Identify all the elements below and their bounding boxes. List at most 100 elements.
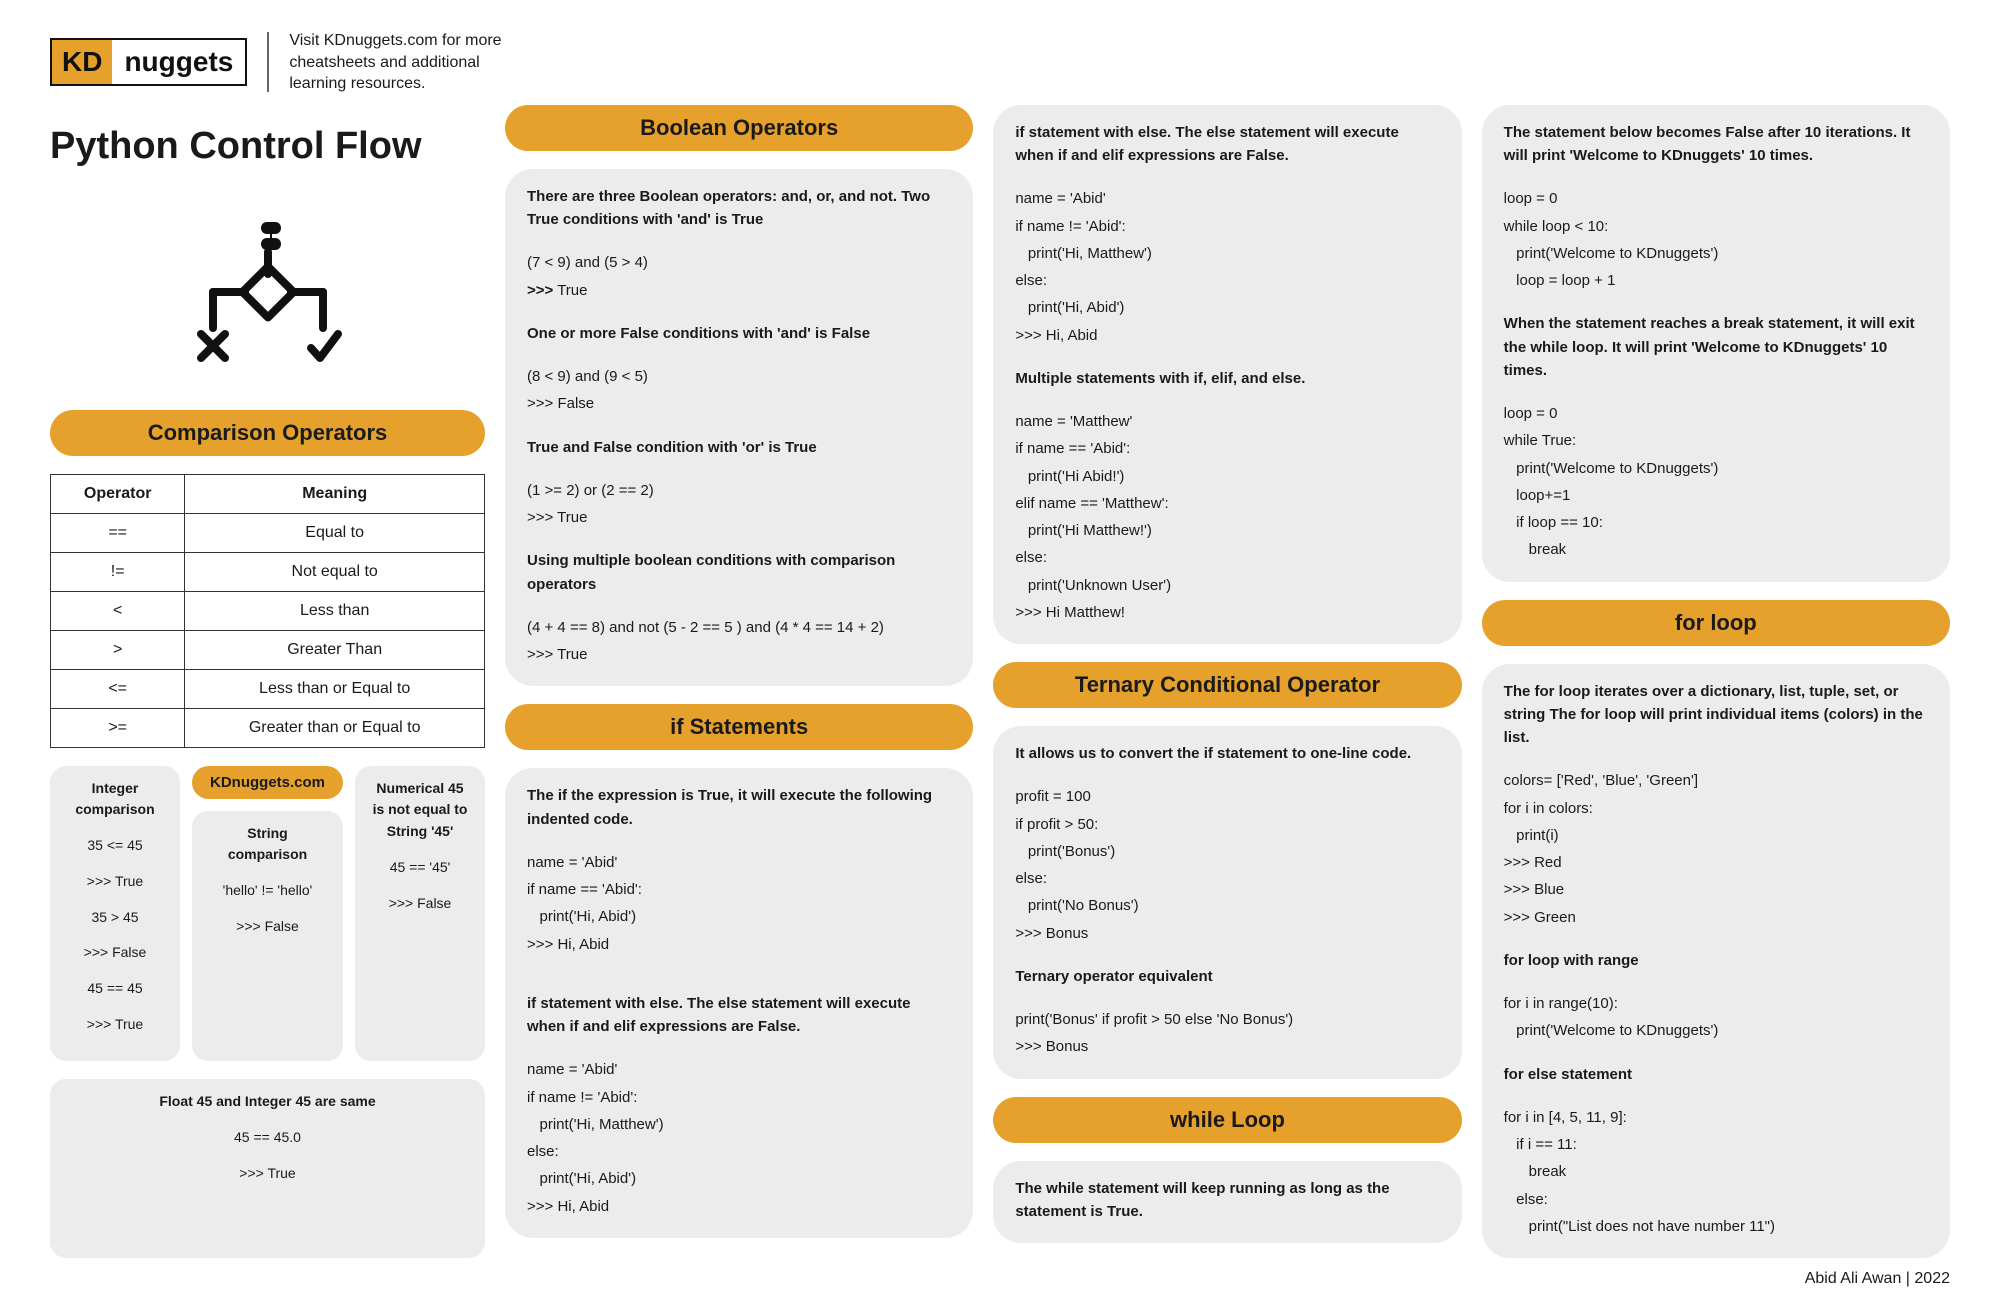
code-line: print('Welcome to KDnuggets') bbox=[1504, 1019, 1928, 1042]
table-cell: Equal to bbox=[185, 513, 485, 552]
code-line: profit = 100 bbox=[1015, 785, 1439, 808]
while-intro-card: The while statement will keep running as… bbox=[993, 1161, 1461, 1244]
table-cell: != bbox=[51, 552, 185, 591]
footer-credit: Abid Ali Awan | 2022 bbox=[50, 1270, 1950, 1288]
string-comparison-title: String comparison bbox=[208, 823, 327, 866]
code-line: print("List does not have number 11") bbox=[1504, 1215, 1928, 1238]
code-line: loop = loop + 1 bbox=[1504, 269, 1928, 292]
float-int-title: Float 45 and Integer 45 are same bbox=[66, 1091, 469, 1113]
table-cell: Not equal to bbox=[185, 552, 485, 591]
bool-ex2b: >>> False bbox=[527, 392, 951, 415]
table-header-operator: Operator bbox=[51, 474, 185, 513]
code-line: else: bbox=[527, 1140, 951, 1163]
while-heading: while Loop bbox=[993, 1097, 1461, 1143]
header-divider bbox=[267, 32, 269, 92]
table-cell: >= bbox=[51, 708, 185, 747]
if-elif-card: if statement with else. The else stateme… bbox=[993, 105, 1461, 644]
code-line: name = 'Abid' bbox=[1015, 187, 1439, 210]
code-line: 'hello' != 'hello' bbox=[208, 880, 327, 902]
table-cell: < bbox=[51, 591, 185, 630]
code-line: break bbox=[1504, 1160, 1928, 1183]
while-intro-text: The while statement will keep running as… bbox=[1015, 1177, 1439, 1224]
table-row: ==Equal to bbox=[51, 513, 485, 552]
bool-intro-3: True and False condition with 'or' is Tr… bbox=[527, 436, 951, 459]
code-line: loop = 0 bbox=[1504, 187, 1928, 210]
logo-suffix: nuggets bbox=[112, 40, 245, 84]
for-intro-3: for else statement bbox=[1504, 1063, 1928, 1086]
while-body-card: The statement below becomes False after … bbox=[1482, 105, 1950, 582]
bool-intro-2: One or more False conditions with 'and' … bbox=[527, 322, 951, 345]
code-line: if name != 'Abid': bbox=[527, 1086, 951, 1109]
table-cell: Greater Than bbox=[185, 630, 485, 669]
header-tagline: Visit KDnuggets.com for more cheatsheets… bbox=[289, 30, 519, 95]
numeric-vs-string-title: Numerical 45 is not equal to String '45' bbox=[371, 778, 469, 843]
table-cell: > bbox=[51, 630, 185, 669]
code-line: colors= ['Red', 'Blue', 'Green'] bbox=[1504, 769, 1928, 792]
kdnuggets-link-badge[interactable]: KDnuggets.com bbox=[192, 766, 343, 799]
code-line: >>> False bbox=[66, 942, 164, 964]
code-line: >>> Blue bbox=[1504, 878, 1928, 901]
table-header-meaning: Meaning bbox=[185, 474, 485, 513]
bool-intro-1: There are three Boolean operators: and, … bbox=[527, 185, 951, 232]
kdnuggets-logo: KD nuggets bbox=[50, 38, 247, 86]
string-comparison-card: String comparison 'hello' != 'hello'>>> … bbox=[192, 811, 343, 1062]
code-line: else: bbox=[1015, 546, 1439, 569]
ternary-intro-2: Ternary operator equivalent bbox=[1015, 965, 1439, 988]
boolean-operators-heading: Boolean Operators bbox=[505, 105, 973, 151]
if-intro-1: The if the expression is True, it will e… bbox=[527, 784, 951, 831]
code-line: print('Hi, Abid') bbox=[527, 905, 951, 928]
code-line: print(i) bbox=[1504, 824, 1928, 847]
bool-ex1a: (7 < 9) and (5 > 4) bbox=[527, 251, 951, 274]
bool-ex3a: (1 >= 2) or (2 == 2) bbox=[527, 479, 951, 502]
table-cell: <= bbox=[51, 669, 185, 708]
if-intro-2: if statement with else. The else stateme… bbox=[527, 992, 951, 1039]
table-cell: Greater than or Equal to bbox=[185, 708, 485, 747]
code-line: print('Bonus') bbox=[1015, 840, 1439, 863]
for-card: The for loop iterates over a dictionary,… bbox=[1482, 664, 1950, 1259]
code-line: print('Welcome to KDnuggets') bbox=[1504, 457, 1928, 480]
code-line: if i == 11: bbox=[1504, 1133, 1928, 1156]
logo-prefix: KD bbox=[52, 40, 112, 84]
code-line: >>> Green bbox=[1504, 906, 1928, 929]
code-line: >>> Bonus bbox=[1015, 1035, 1439, 1058]
code-line: >>> True bbox=[66, 1014, 164, 1036]
bool-ex1b: True bbox=[557, 282, 587, 299]
code-line: if name == 'Abid': bbox=[527, 878, 951, 901]
code-line: 45 == 45 bbox=[66, 978, 164, 1000]
code-line: if loop == 10: bbox=[1504, 511, 1928, 534]
code-line: 45 == 45.0 bbox=[66, 1127, 469, 1149]
code-line: print('Hi Matthew!') bbox=[1015, 519, 1439, 542]
code-line: if name == 'Abid': bbox=[1015, 437, 1439, 460]
bool-ex4b: >>> True bbox=[527, 643, 951, 666]
code-line: for i in [4, 5, 11, 9]: bbox=[1504, 1106, 1928, 1129]
code-line: else: bbox=[1504, 1188, 1928, 1211]
boolean-card: There are three Boolean operators: and, … bbox=[505, 169, 973, 687]
table-row: <Less than bbox=[51, 591, 485, 630]
code-line: print('Hi, Abid') bbox=[527, 1167, 951, 1190]
code-line: loop+=1 bbox=[1504, 484, 1928, 507]
code-line: break bbox=[1504, 538, 1928, 561]
ternary-heading: Ternary Conditional Operator bbox=[993, 662, 1461, 708]
code-line: print('No Bonus') bbox=[1015, 894, 1439, 917]
bool-ex3b: >>> True bbox=[527, 506, 951, 529]
numeric-vs-string-card: Numerical 45 is not equal to String '45'… bbox=[355, 766, 485, 1062]
code-line: >>> Hi, Abid bbox=[1015, 324, 1439, 347]
code-line: >>> True bbox=[66, 871, 164, 893]
bool-ex2a: (8 < 9) and (9 < 5) bbox=[527, 365, 951, 388]
code-line: while loop < 10: bbox=[1504, 215, 1928, 238]
code-line: 35 > 45 bbox=[66, 907, 164, 929]
for-intro-1: The for loop iterates over a dictionary,… bbox=[1504, 680, 1928, 750]
code-line: if name != 'Abid': bbox=[1015, 215, 1439, 238]
integer-comparison-card: Integer comparison 35 <= 45>>> True35 > … bbox=[50, 766, 180, 1062]
flow-diagram-icon bbox=[50, 216, 485, 376]
code-line: >>> Hi Matthew! bbox=[1015, 601, 1439, 624]
code-line: print('Hi Abid!') bbox=[1015, 465, 1439, 488]
comparison-operators-heading: Comparison Operators bbox=[50, 410, 485, 456]
code-line: >>> Bonus bbox=[1015, 922, 1439, 945]
code-line: print('Hi, Abid') bbox=[1015, 296, 1439, 319]
float-int-card: Float 45 and Integer 45 are same 45 == 4… bbox=[50, 1079, 485, 1258]
code-line: loop = 0 bbox=[1504, 402, 1928, 425]
table-row: <=Less than or Equal to bbox=[51, 669, 485, 708]
code-line: >>> Red bbox=[1504, 851, 1928, 874]
for-heading: for loop bbox=[1482, 600, 1950, 646]
